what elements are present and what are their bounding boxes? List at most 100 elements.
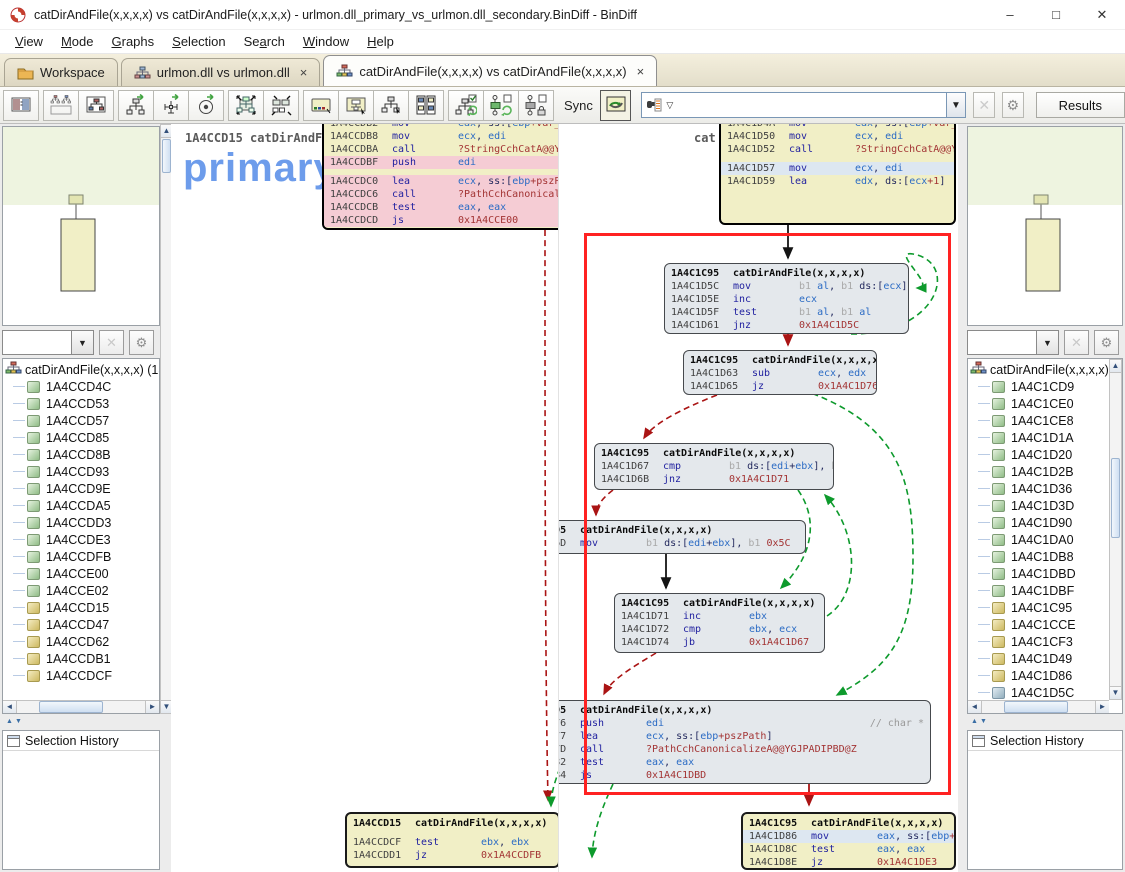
primary-tree-item-1A4CCDE3[interactable]: 1A4CCDE3 <box>5 531 159 548</box>
scroll-left-arrow[interactable]: ◄ <box>968 701 982 713</box>
toolbar-search-combobox[interactable]: ▽ <box>641 92 946 118</box>
fit-both-graphs-button[interactable] <box>263 90 299 121</box>
combo-dropdown-button[interactable]: ▼ <box>947 92 967 118</box>
secondary-basic-block-1A4C1C95[interactable]: 1A4C1C95catDirAndFile(x,x,x,x)1A4C1D86mo… <box>741 812 956 870</box>
minimize-button[interactable]: – <box>987 0 1033 30</box>
scroll-right-arrow[interactable]: ► <box>1095 701 1109 713</box>
primary-tree-item-1A4CCD57[interactable]: 1A4CCD57 <box>5 412 159 429</box>
secondary-tree-item-1A4C1D2B[interactable]: 1A4C1D2B <box>970 463 1109 480</box>
primary-filter-dropdown[interactable]: ▼ <box>72 330 94 355</box>
search-settings-gear-button[interactable]: ⚙ <box>1002 92 1024 118</box>
primary-tree-item-1A4CCD9E[interactable]: 1A4CCD9E <box>5 480 159 497</box>
secondary-tree-hscrollbar[interactable]: ◄ ► <box>968 700 1109 713</box>
primary-tree-item-1A4CCDD3[interactable]: 1A4CCDD3 <box>5 514 159 531</box>
primary-tree-item-1A4CCDFB[interactable]: 1A4CCDFB <box>5 548 159 565</box>
secondary-tree-item-1A4C1D49[interactable]: 1A4C1D49 <box>970 650 1109 667</box>
secondary-tree-item-1A4C1DA0[interactable]: 1A4C1DA0 <box>970 531 1109 548</box>
secondary-basic-block-1A4C1C95[interactable]: 1A4C1C95catDirAndFile(x,x,x,x)1A4C1D71in… <box>614 593 825 653</box>
primary-tree-item-1A4CCD4C[interactable]: 1A4CCD4C <box>5 378 159 395</box>
primary-tree-hscrollbar[interactable]: ◄ ► <box>3 700 159 713</box>
scroll-down-arrow[interactable]: ▼ <box>1110 686 1121 699</box>
scroll-thumb[interactable] <box>162 139 171 173</box>
sync-selection-button[interactable] <box>448 90 484 121</box>
primary-filter-clear-button[interactable]: ✕ <box>99 330 124 355</box>
clear-search-button[interactable]: ✕ <box>973 92 995 118</box>
menu-graphs[interactable]: Graphs <box>103 32 164 51</box>
scroll-thumb[interactable] <box>39 701 103 713</box>
secondary-tree-item-1A4C1CE0[interactable]: 1A4C1CE0 <box>970 395 1109 412</box>
lock-views-button[interactable] <box>518 90 554 121</box>
primary-tree-item-1A4CCD53[interactable]: 1A4CCD53 <box>5 395 159 412</box>
secondary-basic-block-1A4C1C95[interactable]: 1A4C1C95catDirAndFile(x,x,x,x)1A4C1D67cm… <box>594 443 834 490</box>
fit-graph-button[interactable] <box>228 90 264 121</box>
scroll-thumb[interactable] <box>1111 458 1120 538</box>
close-button[interactable]: ✕ <box>1079 0 1125 30</box>
zoom-to-selection-button[interactable] <box>338 90 374 121</box>
primary-tree-item-1A4CCD47[interactable]: 1A4CCD47 <box>5 616 159 633</box>
secondary-tree-item-1A4C1D86[interactable]: 1A4C1D86 <box>970 667 1109 684</box>
primary-tree-item-1A4CCDB1[interactable]: 1A4CCDB1 <box>5 650 159 667</box>
menu-mode[interactable]: Mode <box>52 32 103 51</box>
secondary-basic-block-1A4C1C95[interactable]: 1A4C1C95catDirAndFile(x,x,x,x)1A4C1D63su… <box>683 350 877 395</box>
menu-help[interactable]: Help <box>358 32 403 51</box>
primary-filter-input[interactable] <box>2 330 72 355</box>
split-view-button[interactable] <box>3 90 39 121</box>
scroll-left-arrow[interactable]: ◄ <box>3 701 17 713</box>
primary-basic-block-1A4CCDB2[interactable]: 1A4CCDB2moveax, ss:[ebp+var_1A4CCDB8move… <box>322 124 558 230</box>
sync-graphs-button[interactable] <box>600 90 631 121</box>
secondary-basic-block-1A4C1C95[interactable]: 1A4C1C95catDirAndFile(x,x,x,x)1A4C1D5Cmo… <box>664 263 909 334</box>
secondary-tree-item-1A4C1D1A[interactable]: 1A4C1D1A <box>970 429 1109 446</box>
sync-primary-button[interactable] <box>483 90 519 121</box>
secondary-filter-input[interactable] <box>967 330 1037 355</box>
secondary-tree-item-1A4C1D36[interactable]: 1A4C1D36 <box>970 480 1109 497</box>
primary-tree-item-1A4CCDCF[interactable]: 1A4CCDCF <box>5 667 159 684</box>
primary-tree-item-1A4CCD85[interactable]: 1A4CCD85 <box>5 429 159 446</box>
tab-close-icon[interactable]: × <box>637 64 645 79</box>
circular-layout-button[interactable] <box>188 90 224 121</box>
primary-tree-item-1A4CCD8B[interactable]: 1A4CCD8B <box>5 446 159 463</box>
maximize-button[interactable]: □ <box>1033 0 1079 30</box>
flow-graphs-window-button[interactable] <box>43 90 79 121</box>
primary-tree-item-1A4CCD15[interactable]: 1A4CCD15 <box>5 599 159 616</box>
primary-filter-gear-button[interactable]: ⚙ <box>129 330 154 355</box>
primary-graph-overview[interactable] <box>2 126 160 326</box>
primary-tree-root[interactable]: catDirAndFile(x,x,x,x) (18 <box>5 361 159 378</box>
secondary-tree-item-1A4C1DBF[interactable]: 1A4C1DBF <box>970 582 1109 599</box>
secondary-tree-item-1A4C1CE8[interactable]: 1A4C1CE8 <box>970 412 1109 429</box>
secondary-filter-clear-button[interactable]: ✕ <box>1064 330 1089 355</box>
secondary-graph-overview[interactable] <box>967 126 1123 326</box>
tab-urlmon-dll-vs-urlmon-dll[interactable]: urlmon.dll vs urlmon.dll× <box>121 58 321 86</box>
secondary-basic-block-1A4C1D4A[interactable]: 1A4C1D4Amoveax, ss:[ebp+var_1A4C1D50move… <box>719 124 956 225</box>
secondary-tree-root[interactable]: catDirAndFile(x,x,x,x) (18 <box>970 361 1109 378</box>
side-by-side-button[interactable] <box>408 90 444 121</box>
orthogonal-layout-button[interactable] <box>153 90 189 121</box>
scroll-right-arrow[interactable]: ► <box>145 701 159 713</box>
secondary-flow-graph-pane[interactable]: cat 1A4C1D4Amoveax, ss:[ebp+var_1A4C1D50… <box>558 124 958 872</box>
right-splitter[interactable]: ▲▼ <box>967 714 1123 728</box>
center-node-button[interactable] <box>373 90 409 121</box>
scroll-up-arrow[interactable]: ▲ <box>1110 360 1121 373</box>
secondary-tree-item-1A4C1D20[interactable]: 1A4C1D20 <box>970 446 1109 463</box>
primary-tree-item-1A4CCE00[interactable]: 1A4CCE00 <box>5 565 159 582</box>
secondary-tree-item-1A4C1D3D[interactable]: 1A4C1D3D <box>970 497 1109 514</box>
primary-basic-block-1A4CCD15[interactable]: 1A4CCD15catDirAndFile(x,x,x,x)1A4CCDCFte… <box>345 812 558 868</box>
secondary-tree-item-1A4C1CD9[interactable]: 1A4C1CD9 <box>970 378 1109 395</box>
secondary-tree-item-1A4C1CF3[interactable]: 1A4C1CF3 <box>970 633 1109 650</box>
hierarchic-layout-button[interactable] <box>118 90 154 121</box>
secondary-filter-dropdown[interactable]: ▼ <box>1037 330 1059 355</box>
menu-window[interactable]: Window <box>294 32 358 51</box>
secondary-tree-item-1A4C1DBD[interactable]: 1A4C1DBD <box>970 565 1109 582</box>
scroll-thumb[interactable] <box>1004 701 1068 713</box>
primary-flow-graph-pane[interactable]: 1A4CCD15 catDirAndFile(x,x,x,x) primary … <box>171 124 558 872</box>
left-splitter[interactable]: ▲▼ <box>2 714 160 728</box>
menu-selection[interactable]: Selection <box>163 32 234 51</box>
secondary-tree-item-1A4C1D90[interactable]: 1A4C1D90 <box>970 514 1109 531</box>
show-overview-button[interactable] <box>303 90 339 121</box>
secondary-filter-gear-button[interactable]: ⚙ <box>1094 330 1119 355</box>
primary-tree-item-1A4CCDA5[interactable]: 1A4CCDA5 <box>5 497 159 514</box>
primary-tree-item-1A4CCD93[interactable]: 1A4CCD93 <box>5 463 159 480</box>
tab-close-icon[interactable]: × <box>300 65 308 80</box>
tab-workspace[interactable]: Workspace <box>4 58 118 86</box>
secondary-tree-item-1A4C1C95[interactable]: 1A4C1C95 <box>970 599 1109 616</box>
tab-catdirandfile-x-x-x-x-vs-catdirandfile-x[interactable]: catDirAndFile(x,x,x,x) vs catDirAndFile(… <box>323 55 657 86</box>
